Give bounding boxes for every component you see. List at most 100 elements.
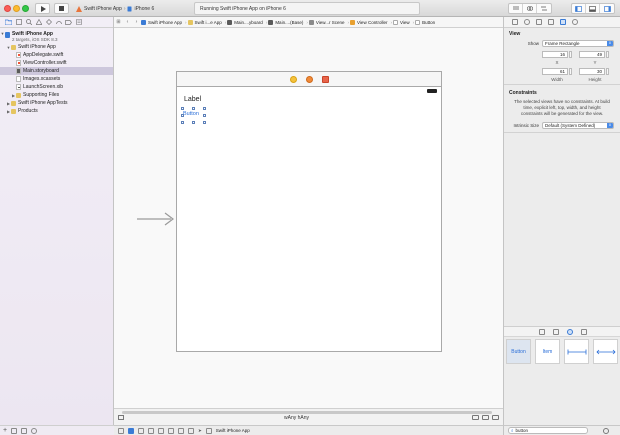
breakpoints-toggle-icon[interactable] (128, 427, 134, 434)
tree-item[interactable]: ▼ Swift iPhone App (0, 43, 113, 51)
step-over-icon[interactable] (148, 427, 154, 434)
tree-item[interactable]: ▶ Supporting Files (0, 91, 113, 99)
align-icon[interactable] (472, 415, 479, 420)
version-editor-button[interactable] (537, 4, 551, 13)
simulate-location-icon[interactable] (188, 427, 194, 434)
forward-arrow-icon[interactable]: › (132, 19, 141, 25)
breadcrumb-item[interactable]: Main....yboard (227, 19, 263, 25)
folder-icon[interactable] (5, 19, 12, 26)
report-icon[interactable] (75, 19, 82, 26)
show-popup[interactable]: Frame Rectangle ⇕ (542, 40, 614, 47)
assistant-editor-button[interactable] (523, 4, 537, 13)
view-controller-icon[interactable] (289, 75, 297, 83)
resize-handle[interactable] (181, 114, 184, 117)
run-button[interactable] (35, 3, 50, 14)
resize-handle[interactable] (181, 107, 184, 110)
tree-item[interactable]: ▶ Products (0, 107, 113, 115)
y-stepper[interactable] (606, 51, 609, 58)
tree-item[interactable]: Images.xcassets (0, 75, 113, 83)
test-diamond-icon[interactable] (45, 19, 52, 26)
project-root-row[interactable]: ▼ Swift iPhone App 2 targets, iOS SDK 8.… (0, 30, 113, 43)
connections-inspector-icon[interactable] (572, 19, 578, 25)
toggle-navigator-button[interactable] (572, 4, 586, 13)
size-class-control[interactable]: wAny hAny (284, 415, 309, 421)
breadcrumb-item[interactable]: Swift iPhone App (141, 19, 182, 25)
y-field[interactable]: 49 (579, 51, 605, 58)
size-inspector-icon[interactable] (560, 19, 566, 25)
library-item-bar-button[interactable]: Item (535, 339, 560, 364)
document-outline-toggle-icon[interactable] (118, 415, 124, 420)
x-stepper[interactable] (569, 51, 572, 58)
resize-handle[interactable] (181, 121, 184, 124)
tree-item[interactable]: AppDelegate.swift (0, 51, 113, 59)
breadcrumb-item[interactable]: View Controller (350, 19, 387, 25)
view-controller-scene[interactable]: Label Button (176, 86, 442, 352)
height-stepper[interactable] (606, 68, 609, 75)
button-element[interactable]: Button (183, 111, 199, 117)
file-inspector-icon[interactable] (512, 19, 518, 25)
file-template-icon[interactable] (538, 328, 545, 335)
exit-icon[interactable] (321, 75, 329, 83)
object-library-icon[interactable] (566, 328, 573, 335)
first-responder-icon[interactable] (305, 75, 313, 83)
scheme-selector[interactable]: Swift iPhone App › iPhone 6 (76, 3, 154, 14)
symbol-icon[interactable] (15, 19, 22, 26)
warning-icon[interactable] (35, 19, 42, 26)
breakpoint-icon[interactable] (65, 19, 72, 26)
step-out-icon[interactable] (168, 427, 174, 434)
library-item-fixed-space[interactable] (564, 339, 589, 364)
resize-handle[interactable] (203, 107, 206, 110)
identity-inspector-icon[interactable] (536, 19, 542, 25)
height-field[interactable]: 30 (579, 68, 605, 75)
x-field[interactable]: 16 (542, 51, 568, 58)
breadcrumb-item[interactable]: View (392, 19, 410, 25)
grid-view-icon[interactable] (603, 427, 609, 434)
library-item-button[interactable]: Button (506, 339, 531, 364)
standard-editor-button[interactable] (509, 4, 523, 13)
filter-icon[interactable] (31, 427, 38, 434)
label-element[interactable]: Label (184, 96, 201, 103)
step-into-icon[interactable] (158, 427, 164, 434)
view-debugger-icon[interactable] (178, 427, 184, 434)
code-snippet-icon[interactable] (552, 328, 559, 335)
zoom-window-button[interactable] (22, 5, 29, 12)
width-stepper[interactable] (569, 68, 572, 75)
location-arrow-icon[interactable]: ➤ (198, 428, 202, 434)
tree-item[interactable]: ▶ Swift iPhone AppTests (0, 99, 113, 107)
breadcrumb-item[interactable]: Main....(Base) (268, 19, 303, 25)
resize-handle[interactable] (192, 107, 195, 110)
width-field[interactable]: 61 (542, 68, 568, 75)
attributes-inspector-icon[interactable] (548, 19, 554, 25)
media-library-icon[interactable] (580, 328, 587, 335)
initial-view-controller-arrow-icon[interactable] (137, 212, 175, 226)
minimize-window-button[interactable] (13, 5, 20, 12)
related-items-icon[interactable]: ⊞ (114, 19, 123, 25)
add-icon[interactable]: + (3, 427, 7, 434)
resolve-issues-icon[interactable] (492, 415, 499, 420)
intrinsic-size-popup[interactable]: Default (System Defined) ⇕ (542, 122, 614, 129)
resize-handle[interactable] (203, 114, 206, 117)
debug-gauge-icon[interactable] (55, 19, 62, 26)
tree-item-selected[interactable]: Main.storyboard (0, 67, 113, 75)
breadcrumb-item[interactable]: Button (415, 19, 435, 25)
toggle-utilities-button[interactable] (600, 4, 614, 13)
toggle-debug-button[interactable] (586, 4, 600, 13)
close-window-button[interactable] (4, 5, 11, 12)
resize-handle[interactable] (192, 121, 195, 124)
stop-button[interactable] (54, 3, 69, 14)
library-filter-input[interactable]: ⌕ button (508, 427, 588, 434)
library-item-flexible-space[interactable] (593, 339, 618, 364)
recent-files-icon[interactable] (11, 427, 18, 434)
back-arrow-icon[interactable]: ‹ (123, 19, 132, 25)
pause-icon[interactable] (138, 427, 144, 434)
breadcrumb-item[interactable]: Swift i...e App (187, 19, 222, 25)
quick-help-icon[interactable] (524, 19, 530, 25)
resize-handle[interactable] (203, 121, 206, 124)
view-panels-control[interactable] (571, 3, 615, 14)
scm-status-icon[interactable] (21, 427, 28, 434)
pin-icon[interactable] (482, 415, 489, 420)
hide-debug-area-icon[interactable] (118, 427, 124, 434)
horizontal-scrollbar[interactable] (122, 411, 492, 414)
editor-mode-control[interactable] (508, 3, 552, 14)
tree-item[interactable]: ViewController.swift (0, 59, 113, 67)
